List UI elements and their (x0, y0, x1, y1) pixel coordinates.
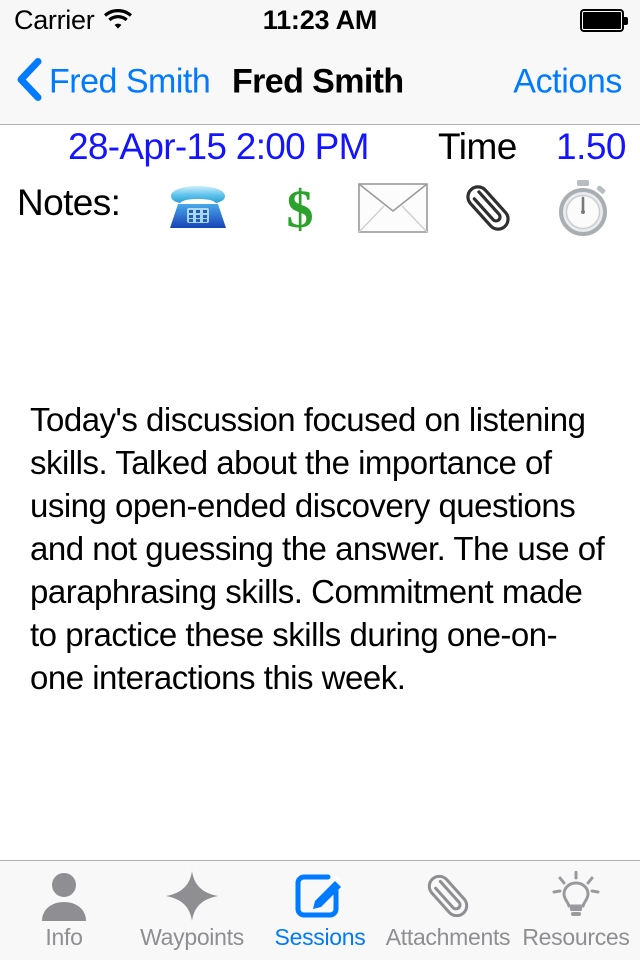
back-button-label: Fred Smith (49, 62, 211, 101)
back-button[interactable]: Fred Smith (16, 58, 211, 107)
envelope-icon[interactable] (355, 178, 431, 238)
actions-button[interactable]: Actions (513, 63, 622, 102)
paperclip-icon[interactable] (450, 178, 526, 238)
app-screen: Carrier 11:23 AM Fred Smith Fred Smith A… (0, 0, 640, 960)
session-header: 28-Apr-15 2:00 PM Time 1.50 Notes: $ (0, 126, 640, 244)
notes-row: Notes: $ (0, 178, 640, 244)
telephone-icon[interactable] (160, 178, 236, 238)
status-bar: Carrier 11:23 AM (0, 0, 640, 40)
tab-bar: Info Waypoints Sessions Attachments Reso… (0, 860, 640, 960)
tab-info[interactable]: Info (0, 861, 128, 960)
notes-label: Notes: (17, 182, 121, 223)
tab-attachments-label: Attachments (385, 924, 511, 950)
dollar-icon[interactable]: $ (262, 178, 338, 238)
tab-resources[interactable]: Resources (512, 861, 640, 960)
navigation-bar: Fred Smith Fred Smith Actions (0, 40, 640, 125)
svg-text:$: $ (287, 180, 314, 236)
tab-attachments[interactable]: Attachments (384, 861, 512, 960)
session-datetime-row: 28-Apr-15 2:00 PM Time 1.50 (0, 126, 640, 178)
lightbulb-icon (550, 870, 602, 922)
notes-action-icons: $ (160, 178, 628, 238)
tab-resources-label: Resources (522, 924, 630, 950)
tab-sessions-label: Sessions (274, 924, 366, 950)
battery-icon (580, 8, 628, 32)
time-label: Time (438, 126, 517, 167)
time-value[interactable]: 1.50 (556, 126, 627, 168)
tab-waypoints-label: Waypoints (140, 924, 244, 950)
chevron-left-icon (16, 58, 42, 107)
person-icon (38, 870, 90, 922)
page-title: Fred Smith (232, 62, 404, 101)
tab-info-label: Info (45, 924, 83, 950)
session-datetime[interactable]: 28-Apr-15 2:00 PM (68, 126, 369, 168)
session-note-text[interactable]: Today's discussion focused on listening … (30, 398, 610, 699)
paperclip-icon (422, 870, 474, 922)
stopwatch-icon[interactable] (545, 178, 621, 238)
star-four-point-icon (166, 870, 218, 922)
tab-sessions[interactable]: Sessions (256, 861, 384, 960)
tab-waypoints[interactable]: Waypoints (128, 861, 256, 960)
status-bar-right (580, 8, 628, 32)
status-bar-clock: 11:23 AM (262, 4, 378, 35)
compose-icon (294, 870, 346, 922)
